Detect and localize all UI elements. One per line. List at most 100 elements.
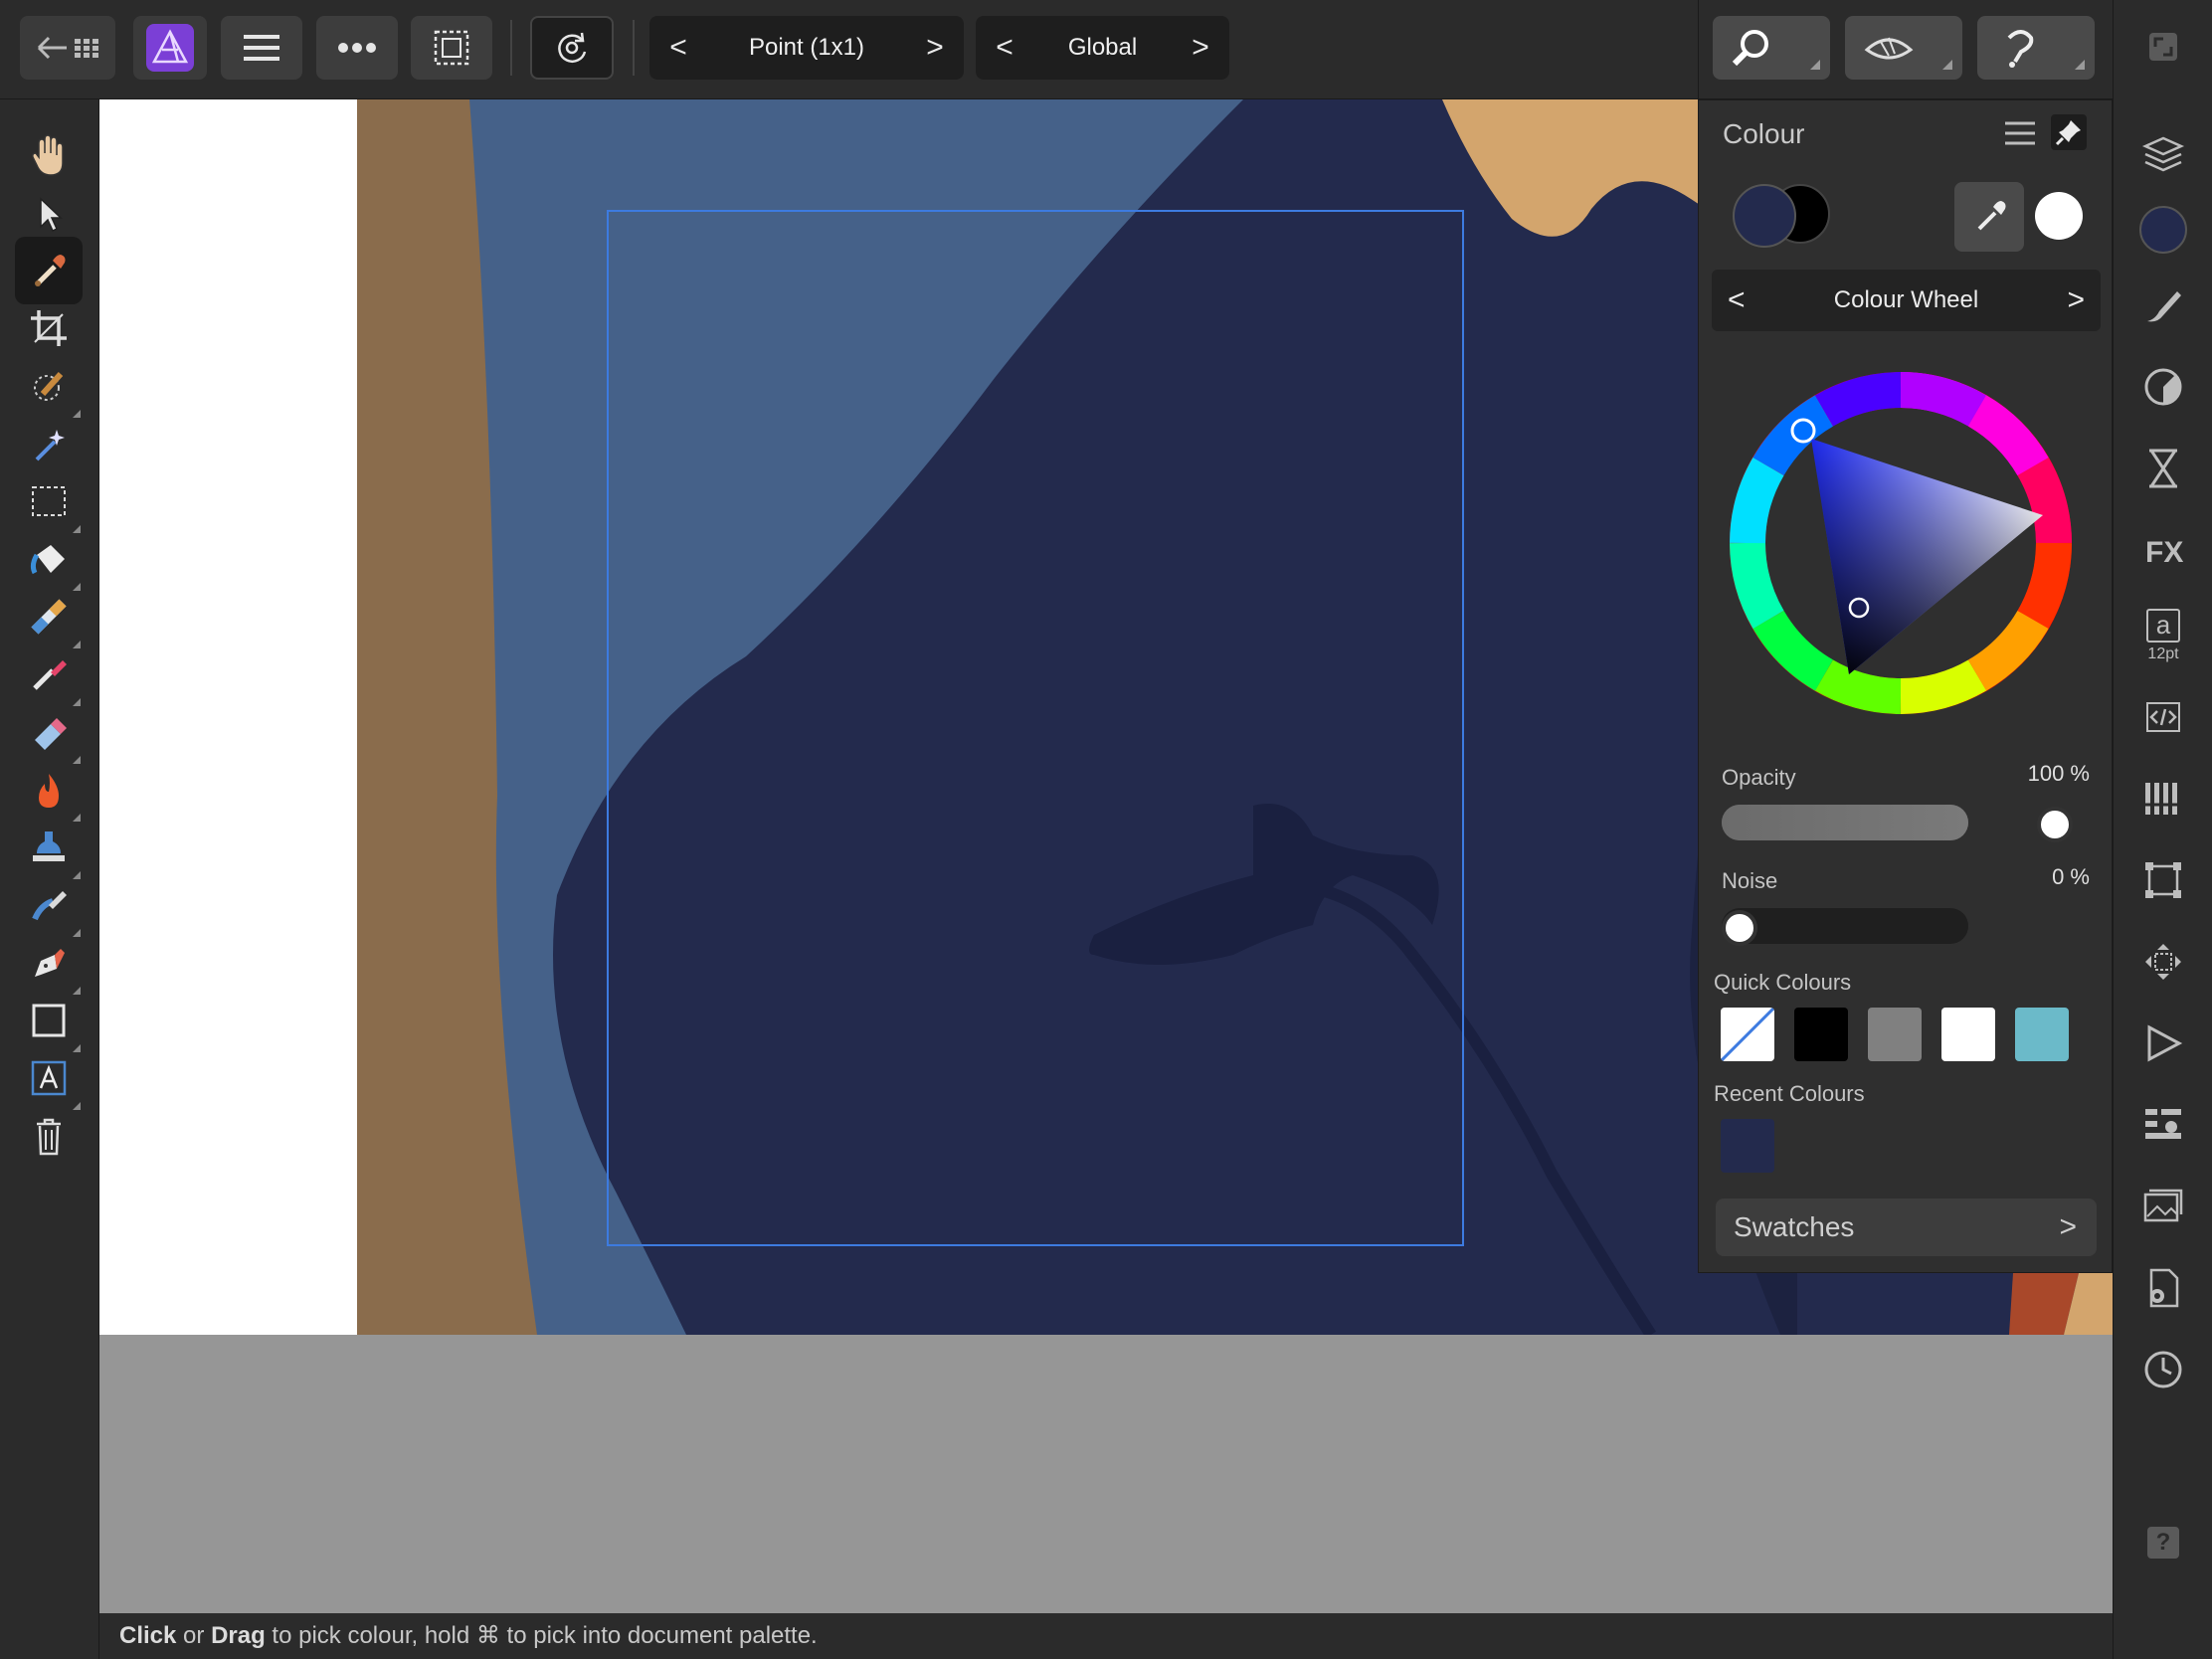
magnifier-icon bbox=[1732, 30, 1768, 67]
help-button[interactable]: ? bbox=[2138, 1518, 2188, 1567]
chevron-right-icon[interactable]: > bbox=[2067, 283, 2085, 317]
brushes-studio-button[interactable] bbox=[2138, 280, 2188, 330]
layers-icon bbox=[2141, 136, 2185, 172]
more-options-button[interactable] bbox=[316, 16, 398, 80]
hamburger-menu-icon bbox=[244, 35, 279, 61]
magic-wand-icon bbox=[35, 430, 65, 461]
quick-colour-grey[interactable] bbox=[1868, 1008, 1922, 1061]
colour-panel: Colour < Colour Wheel > Opacity 100 % No… bbox=[1698, 99, 2113, 1273]
layers-studio-button[interactable] bbox=[2138, 129, 2188, 179]
text-styles-studio-button[interactable]: a 12pt bbox=[2138, 603, 2188, 668]
stamp-icon bbox=[33, 831, 65, 861]
navigator-studio-button[interactable] bbox=[2138, 937, 2188, 987]
fullscreen-button[interactable] bbox=[2138, 22, 2188, 72]
dropdown-corner-icon bbox=[2075, 60, 2085, 70]
smudge-icon bbox=[32, 891, 67, 921]
affinity-photo-logo-icon bbox=[146, 24, 194, 72]
chevron-left-icon[interactable]: < bbox=[1728, 283, 1746, 317]
primary-colour-well[interactable] bbox=[1733, 184, 1796, 248]
hint-drag: Drag bbox=[211, 1622, 266, 1649]
sample-size-label: Point (1x1) bbox=[748, 34, 865, 61]
snapshots-studio-button[interactable] bbox=[2138, 1345, 2188, 1394]
gradient-icon bbox=[31, 599, 67, 635]
swatches-button[interactable]: Swatches > bbox=[1716, 1198, 2097, 1256]
transform-studio-button[interactable] bbox=[2138, 855, 2188, 905]
back-to-gallery-button[interactable] bbox=[20, 16, 115, 80]
quick-colour-black[interactable] bbox=[1794, 1008, 1848, 1061]
quick-colour-none[interactable] bbox=[1721, 1008, 1774, 1061]
colour-wheel[interactable] bbox=[1727, 369, 2075, 717]
stock-studio-button[interactable] bbox=[2138, 1182, 2188, 1231]
delete-button[interactable] bbox=[15, 1102, 83, 1170]
noise-value: 0 % bbox=[2052, 864, 2090, 889]
history-studio-button[interactable] bbox=[2138, 444, 2188, 493]
document-menu-button[interactable] bbox=[221, 16, 302, 80]
top-toolbar: < Point (1x1) > < Global > bbox=[0, 0, 2212, 99]
eyedropper-icon bbox=[1977, 201, 2006, 231]
eye-icon bbox=[1864, 37, 1914, 60]
document-settings-studio-button[interactable] bbox=[2138, 1263, 2188, 1313]
noise-slider[interactable] bbox=[1722, 908, 1968, 944]
macro-library-studio-button[interactable] bbox=[2138, 1018, 2188, 1068]
photo-persona-button[interactable] bbox=[133, 16, 207, 80]
eyedropper-button[interactable] bbox=[1954, 182, 2024, 252]
selection-mode-button[interactable] bbox=[411, 16, 492, 80]
hint-or: or bbox=[176, 1622, 212, 1649]
pointer-arrow-icon bbox=[40, 197, 63, 233]
assets-icon bbox=[2145, 1109, 2181, 1139]
zoom-button[interactable] bbox=[1713, 16, 1830, 80]
hand-icon bbox=[32, 134, 64, 176]
context-hint-bar: Click or Drag to pick colour, hold ⌘ to … bbox=[99, 1613, 2113, 1659]
chevron-right-icon[interactable]: > bbox=[920, 33, 950, 63]
chevron-right-icon: > bbox=[2059, 1210, 2077, 1243]
effects-studio-button[interactable]: FX bbox=[2138, 525, 2188, 575]
chevron-left-icon[interactable]: < bbox=[663, 33, 693, 63]
noise-slider-knob[interactable] bbox=[1722, 910, 1757, 946]
colour-studio-button[interactable] bbox=[2138, 205, 2188, 255]
assistant-button[interactable] bbox=[1977, 16, 2095, 80]
transform-icon bbox=[2145, 862, 2181, 898]
assets-studio-button[interactable] bbox=[2138, 1100, 2188, 1150]
adjustments-studio-button[interactable] bbox=[2138, 362, 2188, 412]
macro-studio-button[interactable] bbox=[2138, 692, 2188, 742]
paint-brush-icon bbox=[33, 660, 67, 690]
view-mode-button[interactable] bbox=[1845, 16, 1962, 80]
play-icon bbox=[2147, 1024, 2183, 1062]
colour-swatch-icon bbox=[2139, 206, 2187, 254]
chevron-right-icon[interactable]: > bbox=[1186, 33, 1215, 63]
fx-icon: FX bbox=[2145, 536, 2183, 569]
photo-stack-icon bbox=[2143, 1189, 2183, 1222]
swatches-label: Swatches bbox=[1734, 1211, 1855, 1242]
tools-panel bbox=[0, 99, 99, 1659]
opacity-slider-knob[interactable] bbox=[2037, 807, 2073, 842]
text-style-icon: a bbox=[2146, 608, 2180, 643]
hint-click: Click bbox=[119, 1622, 177, 1649]
recent-colour-swatch[interactable] bbox=[1721, 1119, 1774, 1173]
source-label: Global bbox=[1067, 34, 1138, 61]
hint-rest: to pick colour, hold ⌘ to pick into docu… bbox=[265, 1622, 818, 1649]
refresh-gear-icon bbox=[558, 32, 587, 63]
channels-studio-button[interactable] bbox=[2138, 774, 2188, 824]
colour-mode-selector[interactable]: < Colour Wheel > bbox=[1712, 270, 2101, 331]
chevron-left-icon[interactable]: < bbox=[990, 33, 1019, 63]
text-frame-icon bbox=[31, 1060, 67, 1096]
sample-size-selector[interactable]: < Point (1x1) > bbox=[649, 16, 964, 80]
trash-icon bbox=[37, 1118, 61, 1156]
picked-colour-well[interactable] bbox=[2035, 192, 2083, 240]
sync-button[interactable] bbox=[530, 16, 614, 80]
quick-colour-white[interactable] bbox=[1941, 1008, 1995, 1061]
adjustment-icon bbox=[2144, 368, 2182, 406]
noise-label: Noise bbox=[1722, 868, 1778, 893]
back-grid-icon bbox=[37, 36, 98, 60]
document-gear-icon bbox=[2149, 1268, 2179, 1308]
pin-panel-button[interactable] bbox=[2051, 114, 2087, 150]
clock-history-icon bbox=[2144, 1351, 2182, 1388]
source-selector[interactable]: < Global > bbox=[976, 16, 1229, 80]
panel-menu-button[interactable] bbox=[2003, 118, 2037, 153]
quick-colour-teal[interactable] bbox=[2015, 1008, 2069, 1061]
no-colour-slash-icon bbox=[1721, 1008, 1774, 1061]
hourglass-icon bbox=[2149, 449, 2177, 488]
help-icon: ? bbox=[2147, 1527, 2179, 1559]
studio-controls bbox=[1698, 0, 2114, 98]
eraser-icon bbox=[35, 718, 67, 750]
